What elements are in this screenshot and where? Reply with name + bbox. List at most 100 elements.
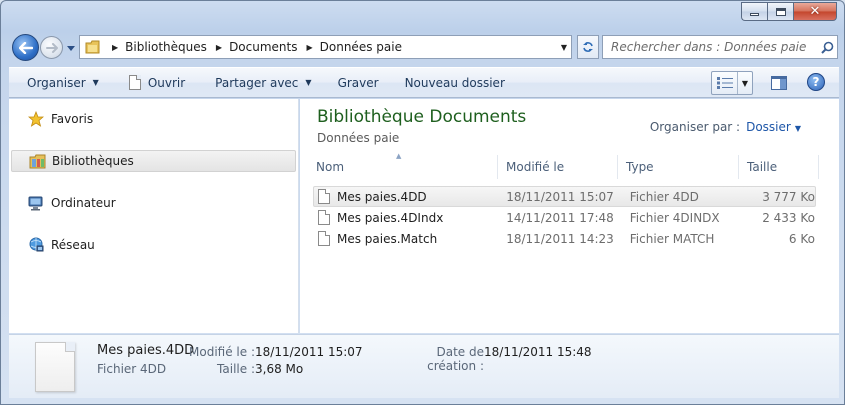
details-view-icon[interactable] (712, 72, 738, 94)
folder-icon (85, 40, 101, 54)
address-dropdown-icon[interactable]: ▼ (561, 43, 567, 52)
column-header-modified[interactable]: Modifié le (498, 155, 618, 179)
open-label: Ouvrir (147, 75, 186, 90)
details-size-value: 3,68 Mo (255, 362, 304, 376)
sidebar-item-label: Bibliothèques (52, 154, 134, 168)
burn-label: Graver (337, 75, 379, 90)
preview-pane-button[interactable] (769, 73, 789, 93)
breadcrumb-separator[interactable]: ▶ (210, 43, 226, 52)
share-menu[interactable]: Partager avec ▼ (206, 72, 320, 94)
file-size: 2 433 Ko (762, 210, 815, 225)
file-list: Mes paies.4DD 18/11/2011 15:07 Fichier 4… (313, 186, 816, 249)
new-folder-button[interactable]: Nouveau dossier (396, 72, 514, 94)
explorer-window: ✕ ▶ Bibliothèques ▶ Documents ▶ Données … (0, 0, 845, 405)
recent-pages-button[interactable] (65, 42, 77, 54)
file-size: 6 Ko (788, 231, 815, 246)
refresh-icon (583, 42, 593, 52)
details-file-name: Mes paies.4DD (97, 343, 195, 358)
chevron-down-icon (67, 45, 75, 51)
file-modified: 18/11/2011 15:07 (506, 189, 614, 204)
chevron-down-icon: ▼ (92, 78, 99, 87)
back-button[interactable] (12, 34, 39, 61)
search-box[interactable] (602, 35, 838, 59)
open-button[interactable]: Ouvrir (120, 72, 194, 94)
file-icon (128, 75, 141, 90)
file-name-cell: Mes paies.4DD (314, 189, 503, 204)
column-label: Modifié le (506, 160, 565, 174)
sidebar-item-network[interactable]: Réseau (9, 234, 297, 256)
breadcrumb-documents[interactable]: Documents (226, 36, 300, 58)
file-name-cell: Mes paies.Match (314, 231, 503, 246)
file-icon (318, 210, 330, 225)
caption-buttons: ✕ (741, 2, 837, 21)
file-thumbnail-icon (35, 342, 75, 392)
breadcrumb-separator[interactable]: ▶ (106, 43, 122, 52)
file-name-cell: Mes paies.4DIndx (314, 210, 503, 225)
close-button[interactable]: ✕ (793, 2, 837, 21)
chevron-down-icon: ▼ (305, 78, 312, 87)
command-bar: Organiser ▼ Ouvrir Partager avec ▼ Grave… (9, 67, 839, 98)
navigation-bar: ▶ Bibliothèques ▶ Documents ▶ Données pa… (9, 33, 839, 61)
details-created-label: Date de création : (427, 345, 484, 373)
file-row[interactable]: Mes paies.4DIndx 14/11/2011 17:48 Fichie… (313, 207, 816, 228)
sort-ascending-icon: ▲ (396, 152, 402, 160)
network-icon (27, 237, 45, 253)
search-icon[interactable] (817, 36, 837, 58)
help-button[interactable]: ? (807, 73, 825, 91)
file-row[interactable]: Mes paies.4DD 18/11/2011 15:07 Fichier 4… (313, 186, 816, 207)
forward-button[interactable] (40, 36, 63, 59)
minimize-button[interactable] (741, 2, 767, 21)
forward-arrow-icon (45, 42, 58, 53)
column-header-name[interactable]: ▲ Nom (308, 152, 498, 179)
star-icon (27, 111, 45, 127)
details-size-label: Taille : (217, 362, 255, 376)
arrange-by: Organiser par : Dossier ▼ (650, 120, 801, 134)
minimize-icon (750, 13, 759, 16)
file-list-pane: Bibliothèque Documents Données paie Orga… (300, 99, 839, 333)
details-modified-value: 18/11/2011 15:07 (255, 345, 363, 359)
column-header-size[interactable]: Taille (739, 155, 819, 179)
file-type: Fichier 4DINDX (629, 210, 720, 225)
sidebar-item-libraries[interactable]: Bibliothèques (11, 150, 296, 172)
column-header-type[interactable]: Type (618, 155, 739, 179)
maximize-icon (775, 7, 786, 16)
details-modified-label: Modifié le : (189, 345, 255, 359)
search-input[interactable] (603, 36, 817, 58)
column-label: Nom (316, 160, 345, 174)
file-row[interactable]: Mes paies.Match 18/11/2011 14:23 Fichier… (313, 228, 816, 249)
sidebar-item-favorites[interactable]: Favoris (9, 108, 297, 130)
sidebar-item-label: Favoris (51, 112, 94, 126)
details-created-value: 18/11/2011 15:48 (484, 345, 592, 359)
organize-label: Organiser (27, 75, 86, 90)
column-label: Taille (747, 160, 778, 174)
file-name: Mes paies.Match (337, 231, 438, 246)
file-modified: 14/11/2011 17:48 (506, 210, 614, 225)
arrange-by-dropdown[interactable]: Dossier (746, 120, 791, 134)
chevron-down-icon[interactable]: ▼ (738, 79, 752, 88)
file-type: Fichier MATCH (629, 231, 715, 246)
close-icon: ✕ (809, 4, 821, 19)
column-headers: ▲ Nom Modifié le Type Taille (308, 152, 820, 179)
details-pane: Mes paies.4DD Fichier 4DD Modifié le : 1… (9, 334, 839, 398)
burn-button[interactable]: Graver (329, 72, 388, 94)
file-name: Mes paies.4DD (337, 189, 427, 204)
file-icon (318, 231, 330, 246)
breadcrumb-libraries[interactable]: Bibliothèques (122, 36, 210, 58)
computer-icon (27, 195, 45, 211)
details-file-type: Fichier 4DD (97, 362, 167, 376)
organize-menu[interactable]: Organiser ▼ (9, 72, 108, 94)
breadcrumb-separator[interactable]: ▶ (300, 43, 316, 52)
maximize-button[interactable] (767, 2, 793, 21)
sidebar-item-computer[interactable]: Ordinateur (9, 192, 297, 214)
file-type: Fichier 4DD (629, 189, 699, 204)
chevron-down-icon[interactable]: ▼ (795, 124, 801, 133)
file-name: Mes paies.4DIndx (337, 210, 444, 225)
file-size: 3 777 Ko (762, 189, 815, 204)
breadcrumb-current[interactable]: Données paie (317, 36, 405, 58)
back-arrow-icon (18, 41, 33, 54)
change-view-button[interactable]: ▼ (711, 71, 753, 95)
refresh-button[interactable] (577, 35, 599, 59)
file-icon (318, 189, 330, 204)
address-bar[interactable]: ▶ Bibliothèques ▶ Documents ▶ Données pa… (79, 35, 572, 59)
file-modified: 18/11/2011 14:23 (506, 231, 614, 246)
